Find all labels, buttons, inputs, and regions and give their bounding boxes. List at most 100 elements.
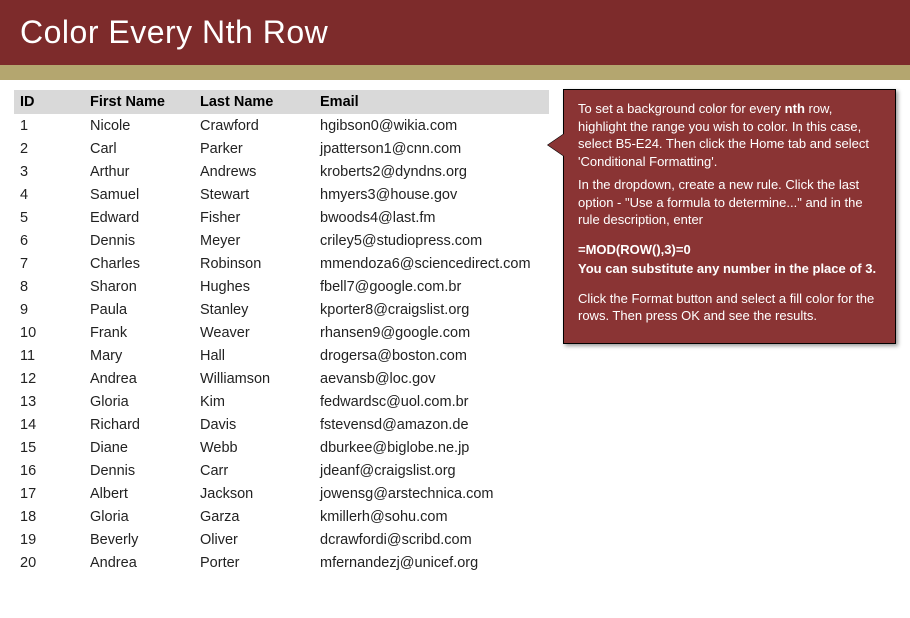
col-header-last: Last Name	[194, 90, 314, 114]
cell-last: Porter	[194, 551, 314, 574]
cell-email: jowensg@arstechnica.com	[314, 482, 549, 505]
cell-email: hmyers3@house.gov	[314, 183, 549, 206]
cell-email: mfernandezj@unicef.org	[314, 551, 549, 574]
cell-id: 17	[14, 482, 84, 505]
cell-id: 18	[14, 505, 84, 528]
table-row: 7CharlesRobinsonmmendoza6@sciencedirect.…	[14, 252, 549, 275]
cell-email: dcrawfordi@scribd.com	[314, 528, 549, 551]
cell-id: 2	[14, 137, 84, 160]
table-row: 10FrankWeaverrhansen9@google.com	[14, 321, 549, 344]
cell-first: Gloria	[84, 505, 194, 528]
cell-first: Arthur	[84, 160, 194, 183]
cell-id: 5	[14, 206, 84, 229]
cell-email: fbell7@google.com.br	[314, 275, 549, 298]
cell-id: 16	[14, 459, 84, 482]
cell-email: fedwardsc@uol.com.br	[314, 390, 549, 413]
cell-first: Carl	[84, 137, 194, 160]
table-row: 12AndreaWilliamsonaevansb@loc.gov	[14, 367, 549, 390]
cell-last: Hall	[194, 344, 314, 367]
cell-first: Andrea	[84, 551, 194, 574]
callout-arrow-icon	[548, 134, 564, 156]
cell-last: Stewart	[194, 183, 314, 206]
cell-first: Sharon	[84, 275, 194, 298]
cell-id: 10	[14, 321, 84, 344]
cell-first: Samuel	[84, 183, 194, 206]
table-row: 14RichardDavisfstevensd@amazon.de	[14, 413, 549, 436]
cell-email: mmendoza6@sciencedirect.com	[314, 252, 549, 275]
callout-p3: Click the Format button and select a fil…	[578, 290, 881, 325]
cell-id: 4	[14, 183, 84, 206]
cell-email: aevansb@loc.gov	[314, 367, 549, 390]
cell-first: Mary	[84, 344, 194, 367]
cell-first: Paula	[84, 298, 194, 321]
cell-last: Crawford	[194, 114, 314, 137]
content-area: ID First Name Last Name Email 1NicoleCra…	[0, 80, 910, 574]
page-header: Color Every Nth Row	[0, 0, 910, 65]
cell-last: Davis	[194, 413, 314, 436]
cell-id: 20	[14, 551, 84, 574]
cell-first: Gloria	[84, 390, 194, 413]
cell-last: Garza	[194, 505, 314, 528]
cell-first: Richard	[84, 413, 194, 436]
cell-id: 7	[14, 252, 84, 275]
table-row: 19BeverlyOliverdcrawfordi@scribd.com	[14, 528, 549, 551]
col-header-email: Email	[314, 90, 549, 114]
table-row: 15DianeWebbdburkee@biglobe.ne.jp	[14, 436, 549, 459]
data-table-wrap: ID First Name Last Name Email 1NicoleCra…	[14, 90, 549, 574]
cell-email: kroberts2@dyndns.org	[314, 160, 549, 183]
cell-email: drogersa@boston.com	[314, 344, 549, 367]
cell-id: 9	[14, 298, 84, 321]
cell-id: 8	[14, 275, 84, 298]
table-row: 9PaulaStanleykporter8@craigslist.org	[14, 298, 549, 321]
cell-last: Kim	[194, 390, 314, 413]
callout-sub: You can substitute any number in the pla…	[578, 260, 881, 278]
cell-last: Webb	[194, 436, 314, 459]
cell-first: Beverly	[84, 528, 194, 551]
cell-email: kporter8@craigslist.org	[314, 298, 549, 321]
table-row: 1NicoleCrawfordhgibson0@wikia.com	[14, 114, 549, 137]
table-row: 20AndreaPortermfernandezj@unicef.org	[14, 551, 549, 574]
cell-id: 12	[14, 367, 84, 390]
callout-p2: In the dropdown, create a new rule. Clic…	[578, 176, 881, 229]
cell-first: Frank	[84, 321, 194, 344]
cell-email: hgibson0@wikia.com	[314, 114, 549, 137]
cell-last: Jackson	[194, 482, 314, 505]
cell-email: criley5@studiopress.com	[314, 229, 549, 252]
instruction-callout: To set a background color for every nth …	[563, 89, 896, 344]
cell-email: dburkee@biglobe.ne.jp	[314, 436, 549, 459]
cell-id: 6	[14, 229, 84, 252]
cell-id: 19	[14, 528, 84, 551]
cell-last: Parker	[194, 137, 314, 160]
callout-p1: To set a background color for every nth …	[578, 100, 881, 170]
table-row: 17AlbertJacksonjowensg@arstechnica.com	[14, 482, 549, 505]
table-row: 6DennisMeyercriley5@studiopress.com	[14, 229, 549, 252]
cell-last: Fisher	[194, 206, 314, 229]
table-header-row: ID First Name Last Name Email	[14, 90, 549, 114]
table-row: 18GloriaGarzakmillerh@sohu.com	[14, 505, 549, 528]
table-row: 4SamuelStewarthmyers3@house.gov	[14, 183, 549, 206]
accent-bar	[0, 65, 910, 80]
table-row: 13GloriaKimfedwardsc@uol.com.br	[14, 390, 549, 413]
cell-last: Carr	[194, 459, 314, 482]
cell-email: fstevensd@amazon.de	[314, 413, 549, 436]
cell-first: Diane	[84, 436, 194, 459]
cell-id: 14	[14, 413, 84, 436]
callout-text: To set a background color for every	[578, 101, 785, 116]
callout-formula: =MOD(ROW(),3)=0	[578, 241, 881, 259]
callout-bold-nth: nth	[785, 101, 805, 116]
table-row: 5EdwardFisherbwoods4@last.fm	[14, 206, 549, 229]
cell-first: Dennis	[84, 459, 194, 482]
cell-first: Albert	[84, 482, 194, 505]
cell-first: Dennis	[84, 229, 194, 252]
cell-id: 15	[14, 436, 84, 459]
cell-last: Robinson	[194, 252, 314, 275]
cell-last: Williamson	[194, 367, 314, 390]
cell-email: bwoods4@last.fm	[314, 206, 549, 229]
cell-last: Stanley	[194, 298, 314, 321]
col-header-first: First Name	[84, 90, 194, 114]
cell-first: Edward	[84, 206, 194, 229]
cell-first: Charles	[84, 252, 194, 275]
data-table: ID First Name Last Name Email 1NicoleCra…	[14, 90, 549, 574]
cell-last: Hughes	[194, 275, 314, 298]
page-title: Color Every Nth Row	[20, 14, 328, 50]
